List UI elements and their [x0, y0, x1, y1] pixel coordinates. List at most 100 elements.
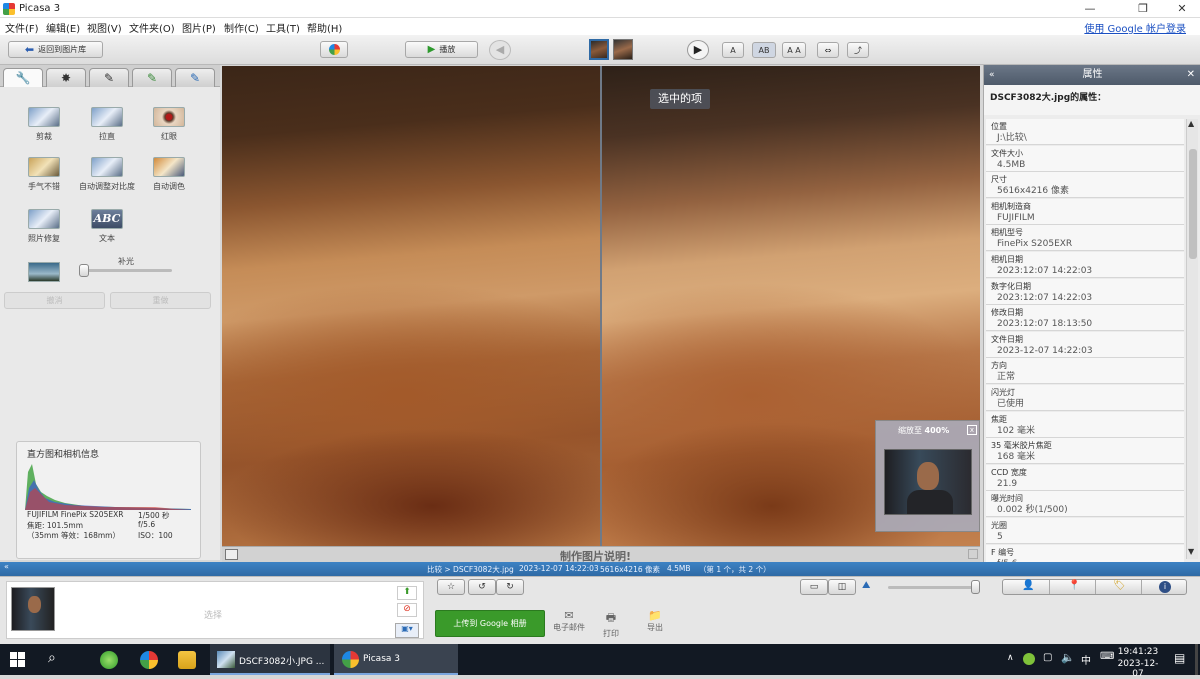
rotate-left-button[interactable]: ↺	[468, 579, 496, 595]
scroll-thumb[interactable]	[1189, 149, 1197, 259]
maximize-button[interactable]: ❐	[1127, 0, 1159, 18]
info-icon[interactable]: i	[1159, 581, 1171, 593]
retouch-tool[interactable]: 照片修复	[14, 209, 74, 244]
auto-contrast-icon	[91, 157, 123, 177]
crop-icon	[28, 107, 60, 127]
tab-tuning[interactable]: ✸	[46, 68, 86, 87]
picasa-logo-button[interactable]	[320, 41, 348, 58]
lucky-label: 手气不错	[28, 182, 60, 191]
undo-button[interactable]: 撤消	[4, 292, 105, 309]
property-row: 相机制造商 FUJIFILM	[986, 198, 1184, 225]
windows-start-icon[interactable]	[10, 652, 26, 668]
histogram-title: 直方图和相机信息	[27, 450, 100, 460]
menu-help[interactable]: 帮助(H)	[307, 20, 342, 35]
arrow-right-circle-icon: ▶	[693, 43, 703, 56]
properties-list[interactable]: 位置 J:\比较\ 文件大小 4.5MB 尺寸 5616x4216 像素 相机制造商 FUJI…	[984, 115, 1200, 562]
zoom-preview-thumb[interactable]	[884, 449, 972, 515]
photo-compare-left[interactable]	[222, 66, 600, 546]
volume-icon[interactable]: 🔈	[1061, 651, 1075, 664]
caption-mode-compare[interactable]: AB	[752, 42, 776, 58]
add-to-album-icon[interactable]: ▣▾	[395, 623, 419, 638]
caption-mode-single[interactable]: A	[722, 42, 744, 58]
rotate-right-icon: ↻	[506, 582, 514, 592]
tab-basic-fixes[interactable]: 🔧	[3, 68, 43, 87]
rotate-right-button[interactable]: ↻	[496, 579, 524, 595]
chrome-icon[interactable]	[140, 651, 158, 669]
caption-mode-side[interactable]: A A	[782, 42, 806, 58]
text-tool[interactable]: ABC 文本	[77, 209, 137, 244]
play-button[interactable]: ▶ 播放	[405, 41, 478, 58]
redo-button[interactable]: 重做	[110, 292, 211, 309]
show-desktop-button[interactable]	[1195, 644, 1198, 675]
hold-pin-icon[interactable]: ⬆	[397, 586, 417, 600]
lucky-tool[interactable]: 手气不错	[14, 157, 74, 192]
menu-create[interactable]: 制作(C)	[224, 20, 259, 35]
fit-width-button[interactable]: ⇔	[817, 42, 839, 58]
taskbar-task-picasa[interactable]: Picasa 3	[334, 644, 458, 675]
export-button[interactable]: 📁 导出	[640, 609, 670, 633]
tab-effects-1[interactable]: ✎	[89, 68, 129, 87]
scroll-down-icon[interactable]: ▼	[1188, 547, 1194, 556]
clock[interactable]: 19:41:23 2023-12-07	[1113, 647, 1163, 679]
view-single-button[interactable]: ▭	[800, 579, 828, 595]
minimize-button[interactable]: —	[1074, 0, 1106, 18]
properties-scrollbar[interactable]: ▲ ▼	[1186, 119, 1198, 559]
close-button[interactable]: ✕	[1166, 0, 1198, 18]
menu-view[interactable]: 视图(V)	[87, 20, 122, 35]
ime-indicator[interactable]: 中	[1081, 652, 1091, 667]
collapse-panel-icon[interactable]: «	[989, 65, 995, 85]
google-signin-link[interactable]: 使用 Google 帐户登录	[1084, 20, 1186, 35]
search-icon[interactable]: ⌕	[48, 650, 56, 666]
crop-tool[interactable]: 剪裁	[14, 107, 74, 142]
next-photo-button[interactable]: ▶	[687, 40, 709, 60]
view-compare-button[interactable]: ◫	[828, 579, 856, 595]
previous-photo-button[interactable]: ◀	[489, 40, 511, 60]
tab-effects-2[interactable]: ✎	[132, 68, 172, 87]
sync-app-icon[interactable]	[100, 651, 118, 669]
fill-light-slider-handle[interactable]	[79, 264, 89, 277]
scroll-up-icon[interactable]: ▲	[1188, 119, 1194, 128]
caption-toggle-icon[interactable]	[225, 549, 238, 560]
back-to-library-button[interactable]: ⬅ 返回到图片库	[8, 41, 103, 58]
places-pin-icon[interactable]: 📍	[1068, 580, 1080, 591]
zoom-slider-track[interactable]	[888, 586, 980, 589]
menu-file[interactable]: 文件(F)	[5, 20, 39, 35]
zoom-slider-handle[interactable]	[971, 580, 980, 594]
close-panel-icon[interactable]: ✕	[1187, 65, 1195, 85]
menu-tools[interactable]: 工具(T)	[266, 20, 300, 35]
people-icon[interactable]: 👤	[1022, 580, 1034, 591]
email-button[interactable]: ✉ 电子邮件	[553, 609, 585, 633]
edit-external-button[interactable]: ⤴	[847, 42, 869, 58]
menu-edit[interactable]: 编辑(E)	[46, 20, 80, 35]
tray-chevron-icon[interactable]: ∧	[1007, 653, 1014, 663]
single-view-icon: ▭	[809, 582, 819, 592]
filmstrip-thumb-2[interactable]	[613, 39, 633, 60]
clear-tray-icon[interactable]: ⊘	[397, 603, 417, 617]
property-row: 数字化日期 2023:12:07 14:22:03	[986, 278, 1184, 305]
file-explorer-icon[interactable]	[178, 651, 196, 669]
selection-tray[interactable]: 选择 ⬆ ⊘ ▣▾	[6, 581, 424, 639]
tray-thumbnail[interactable]	[11, 587, 55, 631]
property-row: 尺寸 5616x4216 像素	[986, 172, 1184, 199]
filmstrip-thumb-1[interactable]	[589, 39, 609, 60]
status-date: 2023-12-07 14:22:03	[519, 564, 599, 573]
status-collapse-icon[interactable]: «	[4, 562, 9, 571]
star-button[interactable]: ☆	[437, 579, 465, 595]
menu-picture[interactable]: 图片(P)	[182, 20, 216, 35]
tags-icon[interactable]: 🏷	[1113, 580, 1126, 591]
auto-color-tool[interactable]: 自动调色	[139, 157, 199, 192]
tray-app-icon[interactable]	[1023, 653, 1035, 665]
notifications-icon[interactable]: ▤	[1174, 651, 1185, 665]
menu-folder[interactable]: 文件夹(O)	[129, 20, 175, 35]
straighten-tool[interactable]: 拉直	[77, 107, 137, 142]
tray-message-icon[interactable]: ▢	[1043, 652, 1052, 663]
close-zoom-icon[interactable]: x	[967, 425, 977, 435]
tab-effects-3[interactable]: ✎	[175, 68, 215, 87]
auto-contrast-tool[interactable]: 自动调整对比度	[77, 157, 137, 192]
upload-google-photos-button[interactable]: 上传到 Google 相册	[435, 610, 545, 637]
taskbar-task-image-viewer[interactable]: DSCF3082小.JPG ...	[210, 644, 330, 675]
redeye-tool[interactable]: 红眼	[139, 107, 199, 142]
print-button[interactable]: 🖶 打印	[596, 609, 626, 639]
fill-light-slider-track[interactable]	[82, 269, 172, 272]
photo-viewer[interactable]: 选中的项	[222, 66, 980, 546]
